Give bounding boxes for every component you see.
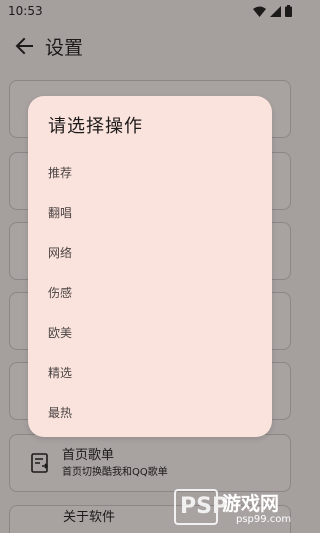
card-title: 关于软件: [63, 510, 116, 525]
watermark: PSP 游戏网 psp99.com: [170, 487, 300, 533]
option-item[interactable]: 最热: [28, 392, 272, 432]
signal-icon: [270, 5, 281, 17]
playlist-icon: [28, 451, 52, 475]
status-bar: 10:53: [0, 0, 300, 22]
option-item[interactable]: 欧美: [28, 312, 272, 352]
select-action-dialog: 请选择操作 推荐 翻唱 网络 伤感 欧美 精选 最热: [28, 96, 272, 437]
battery-icon: [285, 5, 292, 17]
option-item[interactable]: 网络: [28, 232, 272, 272]
card-title: 首页歌单: [62, 447, 115, 463]
card-subtitle: 首页切换酷我和QQ歌单: [62, 466, 168, 478]
watermark-logo: PSP: [174, 489, 228, 525]
card-text: 首页歌单 首页切换酷我和QQ歌单: [62, 447, 168, 480]
option-item[interactable]: 精选: [28, 352, 272, 392]
dialog-title: 请选择操作: [48, 116, 143, 137]
wifi-icon: [253, 6, 266, 17]
status-time: 10:53: [8, 4, 43, 18]
page-title: 设置: [45, 36, 84, 59]
watermark-logo-text: PSP: [180, 494, 229, 519]
status-icons: [253, 5, 292, 17]
option-item[interactable]: 翻唱: [28, 192, 272, 232]
option-item[interactable]: 推荐: [28, 152, 272, 192]
top-app-bar: 设置: [0, 22, 300, 70]
watermark-name: 游戏网: [222, 493, 280, 515]
watermark-url: psp99.com: [236, 514, 292, 525]
settings-card-home-playlist[interactable]: 首页歌单 首页切换酷我和QQ歌单: [9, 434, 291, 492]
arrow-back-icon[interactable]: [12, 34, 36, 58]
option-list: 推荐 翻唱 网络 伤感 欧美 精选 最热: [28, 152, 272, 432]
option-item[interactable]: 伤感: [28, 272, 272, 312]
